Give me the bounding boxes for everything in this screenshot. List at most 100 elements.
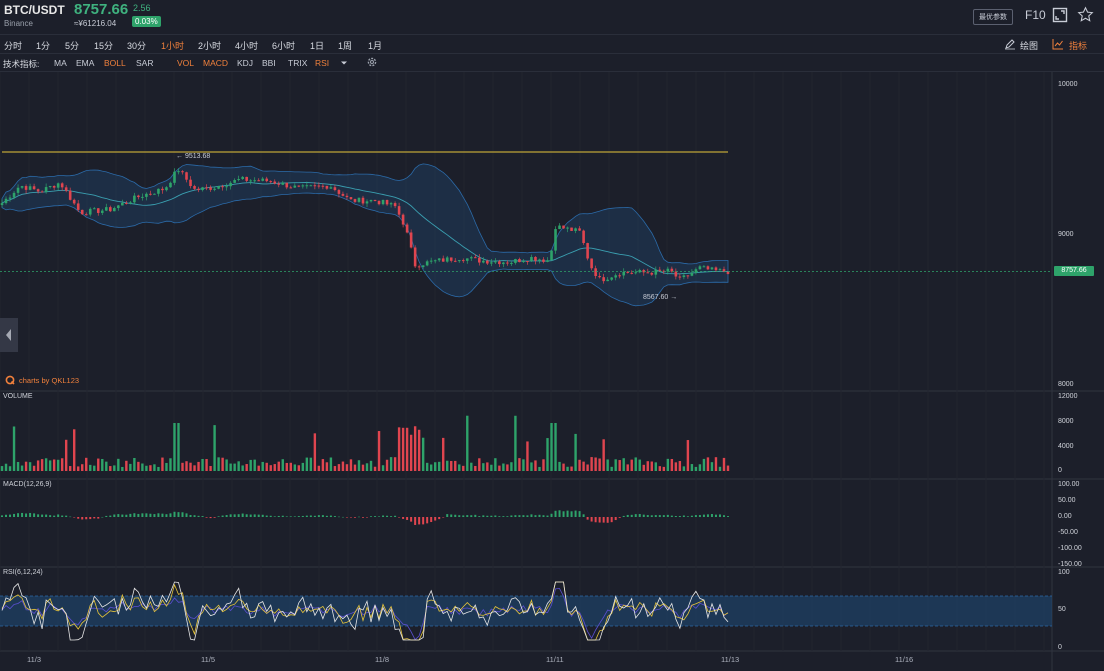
line-chart-icon[interactable] <box>1052 38 1064 50</box>
macd-histogram-bar <box>45 514 48 517</box>
volume-bar <box>726 465 730 471</box>
volume-bar <box>44 458 48 471</box>
volume-bar <box>466 415 469 471</box>
price-chart[interactable] <box>0 72 1104 671</box>
macd-histogram-bar <box>502 516 505 517</box>
macd-histogram-bar <box>149 513 152 517</box>
pencil-icon[interactable] <box>1004 38 1016 50</box>
volume-bar <box>674 462 678 471</box>
volume-bar <box>409 434 413 471</box>
indicator-kdj[interactable]: KDJ <box>237 58 253 68</box>
indicator-ema[interactable]: EMA <box>76 58 94 68</box>
candle-body <box>125 202 128 204</box>
candle-body <box>153 193 156 195</box>
indicator-button[interactable]: 指标 <box>1069 39 1087 52</box>
gear-icon[interactable] <box>366 56 378 68</box>
candle-body <box>201 187 204 191</box>
macd-histogram-bar <box>265 515 268 517</box>
macd-histogram-bar <box>438 517 441 520</box>
macd-histogram-bar <box>374 516 377 517</box>
volume-bar <box>550 423 553 471</box>
candle-body <box>157 188 160 194</box>
volume-bar <box>438 461 441 471</box>
price-axis-label: 8000 <box>1058 381 1074 388</box>
volume-bar <box>145 465 148 471</box>
indicator-bbi[interactable]: BBI <box>262 58 276 68</box>
volume-bar <box>417 429 421 471</box>
indicator-ma[interactable]: MA <box>54 58 67 68</box>
tab-timeframe[interactable]: 15分 <box>94 39 113 52</box>
candle-body <box>100 210 104 213</box>
rsi-axis-label: 100 <box>1058 569 1070 576</box>
candle-body <box>233 180 236 183</box>
volume-bar <box>361 464 365 471</box>
indicator-rsi[interactable]: RSI <box>315 58 329 68</box>
macd-histogram-bar <box>722 515 725 517</box>
volume-bar <box>277 461 280 471</box>
volume-bar <box>526 441 529 471</box>
chevron-down-icon[interactable] <box>340 60 348 66</box>
macd-histogram-bar <box>73 517 76 518</box>
candle-body <box>329 187 333 189</box>
volume-bar <box>538 466 541 471</box>
macd-histogram-bar <box>97 517 100 519</box>
candle-body <box>441 258 445 262</box>
candle-body <box>28 186 32 190</box>
volume-bar <box>458 464 461 471</box>
x-axis-label: 11/5 <box>201 655 216 664</box>
macd-histogram-bar <box>61 515 64 517</box>
volume-bar <box>433 462 437 471</box>
tab-timeframe[interactable]: 4小时 <box>235 39 258 52</box>
candle-body <box>181 171 184 173</box>
volume-bar <box>337 464 341 471</box>
star-icon[interactable] <box>1077 6 1094 23</box>
candle-body <box>16 187 20 193</box>
tab-timeframe[interactable]: 2小时 <box>198 39 221 52</box>
volume-bar <box>329 457 333 471</box>
tab-timeframe[interactable]: 1月 <box>368 39 382 52</box>
tab-timeframe[interactable]: 1周 <box>338 39 352 52</box>
indicator-vol[interactable]: VOL <box>177 58 194 68</box>
optimal-params-button[interactable]: 最优参数 <box>973 9 1013 25</box>
indicator-macd[interactable]: MACD <box>203 58 228 68</box>
indicator-boll[interactable]: BOLL <box>104 58 126 68</box>
chart-header <box>0 0 1104 35</box>
macd-histogram-bar <box>125 514 128 517</box>
candle-body <box>474 257 477 259</box>
tab-timeframe[interactable]: 1日 <box>310 39 324 52</box>
tab-timeframe[interactable]: 6小时 <box>272 39 295 52</box>
candle-body <box>345 195 349 198</box>
candle-body <box>702 266 706 268</box>
candle-body <box>237 179 240 181</box>
volume-bar <box>522 459 525 471</box>
candle-body <box>177 171 180 173</box>
f10-button[interactable]: F10 <box>1025 8 1046 22</box>
candle-body <box>8 197 12 199</box>
candle-body <box>169 182 172 188</box>
tab-timeframe[interactable]: 分时 <box>4 39 22 52</box>
volume-bar <box>56 459 60 471</box>
fullscreen-icon[interactable] <box>1052 7 1068 23</box>
candle-body <box>586 243 589 259</box>
tab-timeframe[interactable]: 5分 <box>65 39 79 52</box>
indicator-trix[interactable]: TRIX <box>288 58 307 68</box>
candle-body <box>173 171 176 183</box>
draw-tool-button[interactable]: 绘图 <box>1020 39 1038 52</box>
volume-bar <box>566 466 569 471</box>
volume-bar <box>8 466 12 471</box>
candle-body <box>610 277 613 280</box>
tab-timeframe[interactable]: 1小时 <box>161 39 184 52</box>
volume-bar <box>181 462 184 471</box>
volume-bar <box>421 437 425 471</box>
candle-body <box>674 271 678 277</box>
tab-timeframe[interactable]: 30分 <box>127 39 146 52</box>
scroll-left-button[interactable] <box>0 318 18 352</box>
tab-timeframe[interactable]: 1分 <box>36 39 50 52</box>
volume-bar <box>690 464 694 471</box>
macd-histogram-bar <box>390 516 393 517</box>
indicator-sar[interactable]: SAR <box>136 58 153 68</box>
macd-histogram-bar <box>53 515 56 517</box>
candle-body <box>614 275 617 278</box>
volume-bar <box>602 439 605 471</box>
candle-body <box>437 258 441 261</box>
